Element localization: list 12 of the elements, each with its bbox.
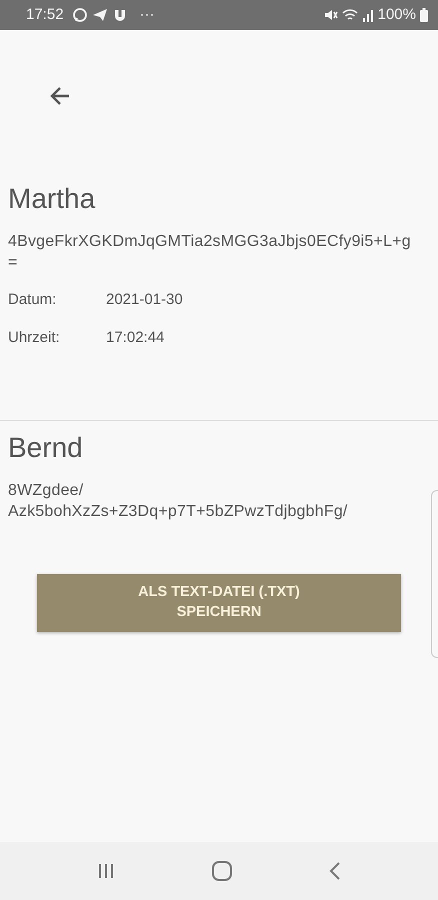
field-label: Uhrzeit: [8, 328, 61, 348]
key-text: 8WZgdee/ Azk5bohXzZs+Z3Dq+p7T+5bZPwzTdjbgbhFg/ [8, 480, 349, 522]
field-value: 2021-01-30 [106, 290, 183, 310]
field-value: 17:02:44 [106, 328, 164, 348]
battery-percent: 100% [378, 4, 416, 25]
status-time: 17:52 [26, 4, 64, 25]
more-notifications: ··· [140, 4, 155, 25]
contact-name: Bernd [8, 432, 84, 464]
contact-name: Martha [8, 184, 96, 215]
key-text: 4BvgeFkrXGKDmJqGMTia2sMGG3aJbjs0ECfy9i5+L+g= [8, 232, 412, 273]
save-button[interactable]: ALS TEXT-DATEI (.TXT) SPEICHERN [37, 574, 401, 632]
field-label: Datum: [8, 290, 58, 310]
